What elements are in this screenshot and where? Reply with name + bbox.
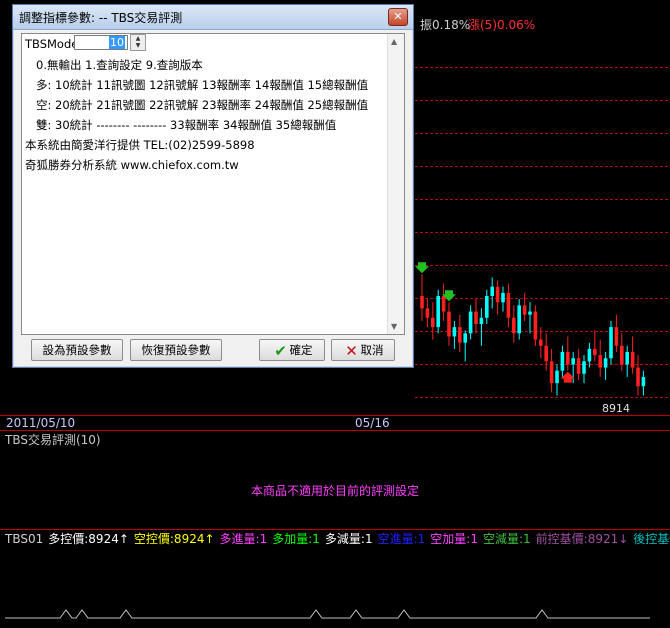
candle-body <box>474 311 478 324</box>
tbsmode-input[interactable]: 10 <box>74 35 128 50</box>
scroll-down-icon[interactable]: ▼ <box>391 322 397 331</box>
candle-body <box>441 296 446 312</box>
cancel-label: 取消 <box>360 343 384 357</box>
legend-item-9: 前控基價:8921↓ <box>535 532 629 546</box>
candle-body <box>576 358 581 374</box>
candle-body <box>555 370 559 384</box>
candle-body <box>630 352 635 368</box>
candle-body <box>598 355 602 368</box>
dialog-titlebar[interactable]: 調整指標參數: -- TBS交易評測 ✕ <box>13 5 413 30</box>
scroll-up-icon[interactable]: ▲ <box>391 37 397 46</box>
candle-body <box>528 311 532 315</box>
candle-body <box>620 345 624 365</box>
candle-body <box>544 345 548 362</box>
provider-line: 本系統由簡愛洋行提供 TEL:(02)2599-5898 <box>25 138 255 152</box>
candle-body <box>506 292 511 318</box>
cancel-button[interactable]: ✕ 取消 <box>331 339 395 361</box>
ok-label: 確定 <box>289 343 313 357</box>
candle-body <box>560 352 565 371</box>
ok-button[interactable]: ✔ 確定 <box>259 339 325 361</box>
help-line-both: 雙: 30統計 -------- -------- 33報酬率 34報酬值 35… <box>36 118 337 132</box>
candle-body <box>517 305 521 334</box>
legend-item-5: 多減量:1 <box>324 532 373 546</box>
legend-item-2: 空控價:8924↑ <box>133 532 215 546</box>
candle-body <box>479 317 484 324</box>
candle-body <box>625 352 629 365</box>
candle-body <box>436 296 440 328</box>
candle-body <box>522 305 527 315</box>
candle-body <box>603 358 608 368</box>
candle-body <box>582 361 586 374</box>
candle-body <box>425 308 430 318</box>
legend-item-10: 後控基價: <box>633 532 670 546</box>
candle-body <box>495 286 500 303</box>
not-applicable-message: 本商品不適用於目前的評測設定 <box>250 484 419 498</box>
set-default-button[interactable]: 設為預設參數 <box>31 339 123 361</box>
restore-default-button[interactable]: 恢復預設參數 <box>130 339 222 361</box>
website-line: 奇狐勝券分析系統 www.chiefox.com.tw <box>25 158 239 172</box>
legend-item-7: 空加量:1 <box>430 532 478 546</box>
adjust-parameters-dialog: 調整指標參數: -- TBS交易評測 ✕ TBSMode: 10 ▲ ▼ 0.無… <box>12 4 414 368</box>
tbsmode-value: 10 <box>109 36 125 49</box>
dialog-title: 調整指標參數: -- TBS交易評測 <box>19 11 183 25</box>
candle-body <box>539 339 543 346</box>
legend-item-1: 多控價:8924↑ <box>48 532 129 546</box>
candle-body <box>593 348 597 356</box>
legend-item-0: TBS01 <box>5 532 44 546</box>
legend-item-4: 多加量:1 <box>272 532 320 546</box>
tbs01-legend: TBS01 多控價:8924↑ 空控價:8924↑ 多進量:1 多加量:1 多減量:1 空進… <box>5 530 670 547</box>
candle-body <box>587 348 592 362</box>
candle-body <box>468 311 473 334</box>
help-line-short: 空: 20統計 21訊號圖 22訊號解 23報酬率 24報酬值 25總報酬值 <box>36 98 369 112</box>
candle-body <box>512 317 516 334</box>
candle-body <box>571 358 575 365</box>
close-button[interactable]: ✕ <box>388 8 408 26</box>
date-mid-label: 05/16 <box>355 416 390 430</box>
legend-item-3: 多進量:1 <box>219 532 268 546</box>
vertical-scrollbar[interactable]: ▲ ▼ <box>387 34 404 334</box>
candle-body <box>636 367 640 387</box>
candle-body <box>501 292 505 303</box>
candle-body <box>485 296 489 318</box>
candle-body <box>549 361 554 384</box>
candle-body <box>533 311 538 340</box>
date-axis: 2011/05/10 05/16 <box>0 415 670 431</box>
candle-body <box>641 376 646 387</box>
help-line-output: 0.無輸出 1.查詢設定 9.查詢版本 <box>36 58 203 72</box>
help-line-long: 多: 10統計 11訊號圖 12訊號解 13報酬率 14報酬值 15總報酬值 <box>36 78 369 92</box>
tbsmode-spinner[interactable]: ▲ ▼ <box>130 34 146 51</box>
tbs01-signal-line <box>5 609 650 619</box>
tbs-indicator-panel: TBS交易評測(10) 本商品不適用於目前的評測設定 <box>0 431 670 529</box>
candle-body <box>458 327 462 343</box>
candle-body <box>431 317 435 328</box>
candle-body <box>566 352 570 365</box>
candle-body <box>452 327 457 337</box>
checkmark-icon: ✔ <box>274 341 287 360</box>
legend-item-8: 空減量:1 <box>482 532 531 546</box>
spinner-up-icon[interactable]: ▲ <box>131 35 145 42</box>
candle-body <box>614 327 619 346</box>
date-start-label: 2011/05/10 <box>6 416 76 430</box>
spinner-down-icon[interactable]: ▼ <box>131 42 145 49</box>
candle-body <box>463 333 467 343</box>
candle-body <box>447 311 451 337</box>
legend-item-6: 空進量:1 <box>377 532 426 546</box>
parameter-list: TBSMode: 10 ▲ ▼ 0.無輸出 1.查詢設定 9.查詢版本 多: 1… <box>21 33 405 335</box>
cross-icon: ✕ <box>345 341 358 360</box>
low-price-label: 8914 <box>602 402 630 415</box>
candle-body <box>420 296 424 309</box>
candle-body <box>490 286 494 296</box>
candle-body <box>609 327 613 359</box>
tbs01-indicator-panel: TBS01 多控價:8924↑ 空控價:8924↑ 多進量:1 多加量:1 多減量:1 空進… <box>0 529 670 627</box>
tbs-panel-title: TBS交易評測(10) <box>5 433 101 447</box>
buy-signal-arrow <box>415 262 429 274</box>
